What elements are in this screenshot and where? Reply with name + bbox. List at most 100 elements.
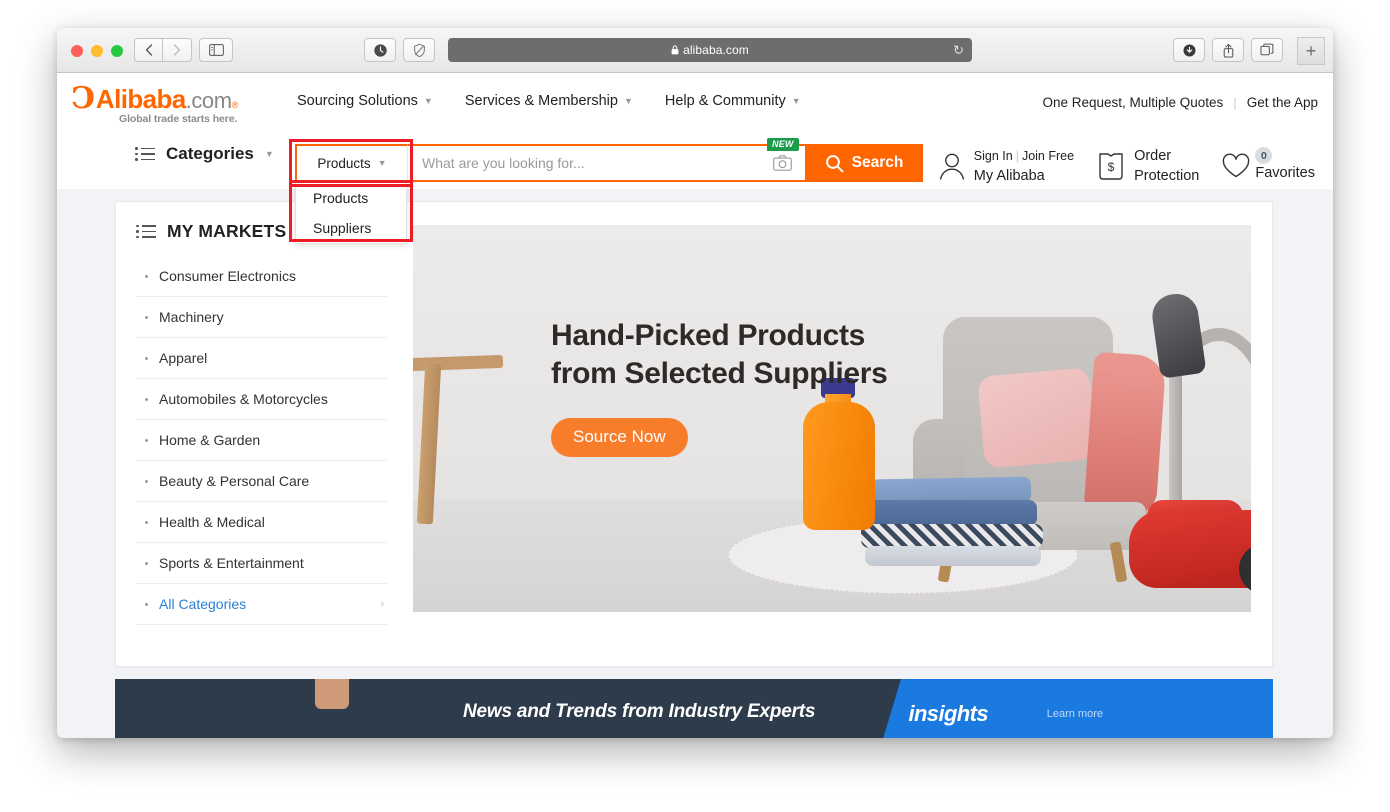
nav-label: Sourcing Solutions xyxy=(297,93,418,109)
browser-window: alibaba.com ↻ + C Alibaba .com ® Global … xyxy=(57,28,1333,738)
back-button[interactable] xyxy=(134,38,163,62)
market-item-label: Sports & Entertainment xyxy=(159,555,304,571)
nav-item-sourcing-solutions[interactable]: Sourcing Solutions ▼ xyxy=(297,93,433,109)
site-header: C Alibaba .com ® Global trade starts her… xyxy=(57,73,1333,244)
dropdown-option-suppliers[interactable]: Suppliers xyxy=(296,213,406,243)
patterned-textile-shape xyxy=(861,524,1043,548)
logo-registered-mark: ® xyxy=(231,100,239,110)
favorites-group[interactable]: 0 Favorites xyxy=(1221,147,1315,184)
bullet-icon xyxy=(145,561,148,565)
chevron-down-icon: ▼ xyxy=(423,96,433,106)
one-request-multiple-quotes-link[interactable]: One Request, Multiple Quotes xyxy=(1042,95,1223,110)
hero-copy: Hand-Picked Products from Selected Suppl… xyxy=(551,317,888,457)
search-button-label: Search xyxy=(851,154,904,171)
insights-banner[interactable]: News and Trends from Industry Experts in… xyxy=(115,679,1273,738)
bullet-icon xyxy=(145,602,148,606)
market-item-label: Automobiles & Motorcycles xyxy=(159,391,328,407)
account-signin-group[interactable]: Sign In | Join Free My Alibaba xyxy=(938,145,1074,186)
nav-label: Help & Community xyxy=(664,93,786,109)
market-item-apparel[interactable]: Apparel xyxy=(136,338,388,379)
join-free-link[interactable]: Join Free xyxy=(1022,149,1074,163)
extension-button[interactable] xyxy=(364,38,396,62)
favorites-text: 0 Favorites xyxy=(1255,147,1315,184)
search-scope-dropdown-trigger[interactable]: Products ▼ xyxy=(295,144,407,182)
alibaba-logo[interactable]: C Alibaba .com ® Global trade starts her… xyxy=(71,81,271,125)
market-item-automobiles-motorcycles[interactable]: Automobiles & Motorcycles xyxy=(136,379,388,420)
nav-label: Services & Membership xyxy=(464,93,618,109)
tab-overview-icon xyxy=(1260,43,1274,56)
market-item-label: Consumer Electronics xyxy=(159,268,296,284)
share-button[interactable] xyxy=(1212,38,1244,62)
bullet-icon xyxy=(145,315,148,319)
logo-tagline: Global trade starts here. xyxy=(119,113,238,125)
market-item-consumer-electronics[interactable]: Consumer Electronics xyxy=(136,256,388,297)
search-bar: Products ▼ NEW xyxy=(295,138,923,182)
my-markets-panel: MY MARKETS Consumer Electronics Machiner… xyxy=(116,202,408,666)
order-protection-group[interactable]: $ Order Protection xyxy=(1096,145,1199,186)
favorites-count-badge: 0 xyxy=(1255,147,1273,165)
maximize-window-button[interactable] xyxy=(111,45,123,57)
privacy-shield-icon xyxy=(413,43,425,57)
page-viewport: C Alibaba .com ® Global trade starts her… xyxy=(57,73,1333,738)
dropdown-option-products[interactable]: Products xyxy=(296,183,406,213)
bullet-icon xyxy=(145,520,148,524)
market-item-machinery[interactable]: Machinery xyxy=(136,297,388,338)
bullet-icon xyxy=(145,356,148,360)
nav-item-help-community[interactable]: Help & Community ▼ xyxy=(665,93,801,109)
sign-in-link[interactable]: Sign In xyxy=(974,149,1013,163)
image-search-button[interactable]: NEW xyxy=(767,138,799,171)
search-row: Categories ▼ Products ▼ NEW xyxy=(57,133,1333,244)
privacy-shield-button[interactable] xyxy=(403,38,435,62)
market-item-sports-entertainment[interactable]: Sports & Entertainment xyxy=(136,543,388,584)
market-item-label: Home & Garden xyxy=(159,432,261,448)
search-input-container: NEW xyxy=(407,138,805,182)
address-content: alibaba.com xyxy=(671,43,749,57)
sidebar-toggle-button[interactable] xyxy=(199,38,233,62)
chevron-right-icon: › xyxy=(380,598,384,610)
toolbar-right-buttons xyxy=(1173,38,1283,62)
header-right-links: One Request, Multiple Quotes | Get the A… xyxy=(1042,95,1318,110)
sidebar-toggle-icon xyxy=(208,44,224,56)
forward-button[interactable] xyxy=(163,38,192,62)
chevron-right-icon xyxy=(173,44,181,56)
navigation-buttons xyxy=(134,38,192,62)
search-input[interactable] xyxy=(422,155,767,171)
market-item-health-medical[interactable]: Health & Medical xyxy=(136,502,388,543)
order-line-1: Order xyxy=(1134,148,1172,164)
hero-banner[interactable]: Hand-Picked Products from Selected Suppl… xyxy=(413,225,1251,612)
chevron-down-icon: ▼ xyxy=(791,96,801,106)
market-item-label: Machinery xyxy=(159,309,224,325)
folded-jeans-shape xyxy=(865,500,1037,526)
account-line-1: Sign In | Join Free xyxy=(974,149,1074,163)
account-text: Sign In | Join Free My Alibaba xyxy=(974,145,1074,186)
reload-button[interactable]: ↻ xyxy=(953,44,964,57)
market-item-label: Health & Medical xyxy=(159,514,265,530)
insights-learn-more-link[interactable]: Learn more xyxy=(1047,708,1103,720)
new-tab-button[interactable]: + xyxy=(1297,37,1325,65)
source-now-button[interactable]: Source Now xyxy=(551,417,688,457)
my-alibaba-link[interactable]: My Alibaba xyxy=(974,167,1074,187)
get-the-app-link[interactable]: Get the App xyxy=(1247,95,1318,110)
downloads-button[interactable] xyxy=(1173,38,1205,62)
camera-icon xyxy=(772,155,792,171)
chevron-down-icon: ▼ xyxy=(264,149,274,159)
close-window-button[interactable] xyxy=(71,45,83,57)
logo-com: .com xyxy=(185,88,232,113)
nav-item-services-membership[interactable]: Services & Membership ▼ xyxy=(465,93,633,109)
bullet-icon xyxy=(145,438,148,442)
categories-label: Categories xyxy=(166,144,254,163)
categories-button[interactable]: Categories ▼ xyxy=(135,144,274,164)
chevron-down-icon: ▼ xyxy=(377,158,387,168)
market-item-home-garden[interactable]: Home & Garden xyxy=(136,420,388,461)
minimize-window-button[interactable] xyxy=(91,45,103,57)
tab-overview-button[interactable] xyxy=(1251,38,1283,62)
search-button[interactable]: Search xyxy=(805,144,923,182)
address-bar[interactable]: alibaba.com ↻ xyxy=(448,38,972,62)
logo-name: Alibaba xyxy=(95,84,186,114)
presenter-avatar xyxy=(315,679,349,709)
vacuum-wand-shape xyxy=(1169,366,1182,516)
market-item-beauty-personal-care[interactable]: Beauty & Personal Care xyxy=(136,461,388,502)
insights-logo: insights xyxy=(908,701,988,726)
hero-headline-line-1: Hand-Picked Products xyxy=(551,319,866,352)
market-item-all-categories[interactable]: All Categories › xyxy=(136,584,388,625)
